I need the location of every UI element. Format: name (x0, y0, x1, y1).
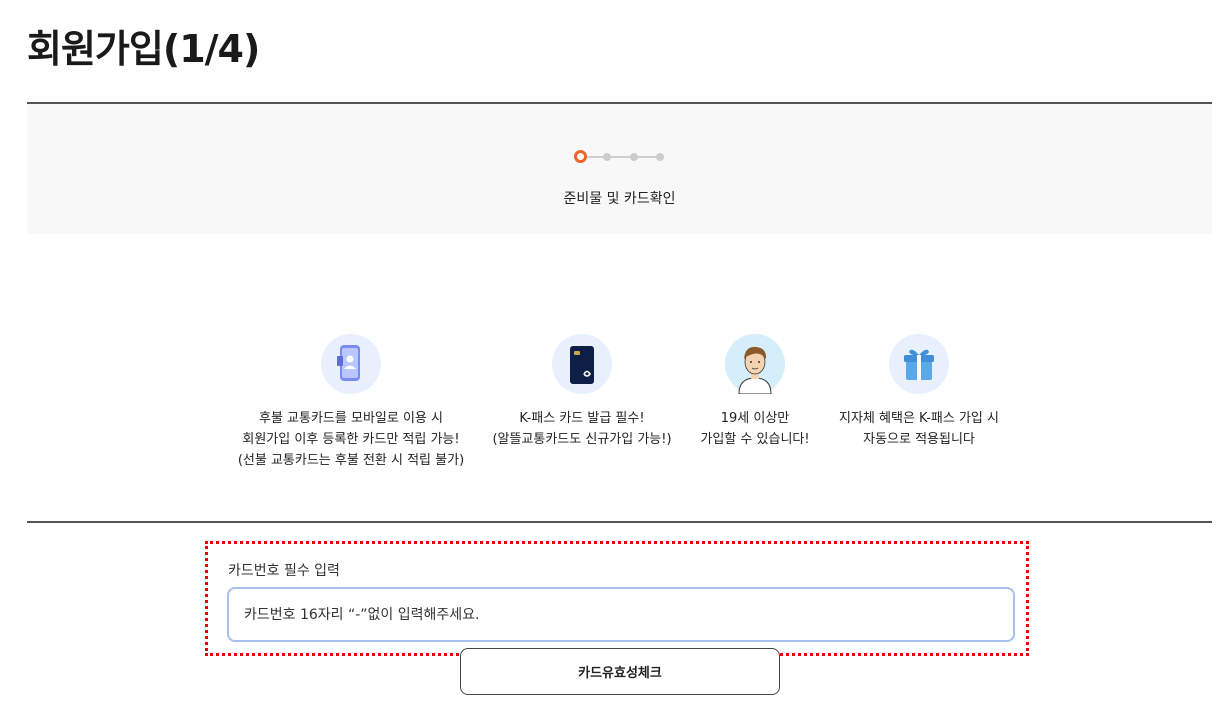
card-number-input[interactable] (227, 587, 1015, 642)
feature-local-benefits: 지자체 혜택은 K-패스 가입 시 자동으로 적용됩니다 (789, 334, 1049, 450)
gift-icon (889, 334, 949, 394)
step-dot-1-active (574, 150, 587, 163)
feature-4-line-1: 지자체 혜택은 K-패스 가입 시 (839, 411, 999, 426)
current-step-label: 준비물 및 카드확인 (563, 191, 676, 207)
k-pass-card-icon (552, 334, 612, 394)
feature-4-line-2: 자동으로 적용됩니다 (863, 432, 975, 447)
card-number-label: 카드번호 필수 입력 (228, 563, 340, 579)
feature-1-line-3: (선불 교통카드는 후불 전환 시 적립 불가) (237, 453, 465, 468)
page-title: 회원가입(1/4) (27, 27, 260, 71)
card-number-section: 카드번호 필수 입력 (205, 541, 1029, 656)
step-dot-4 (656, 153, 664, 161)
phone-card-icon (321, 334, 381, 394)
stepper (574, 150, 668, 164)
feature-1-line-1: 후불 교통카드를 모바일로 이용 시 (259, 411, 443, 426)
card-validity-check-button[interactable]: 카드유효성체크 (460, 648, 780, 695)
feature-1-line-2: 회원가입 이후 등록한 카드만 적립 가능! (242, 432, 460, 447)
stepper-track (580, 156, 660, 158)
section-divider (27, 521, 1212, 523)
step-dot-2 (603, 153, 611, 161)
step-indicator-panel: 준비물 및 카드확인 (27, 104, 1212, 234)
person-avatar-icon (725, 334, 785, 395)
feature-mobile-card: 후불 교통카드를 모바일로 이용 시 회원가입 이후 등록한 카드만 적립 가능… (221, 334, 481, 471)
step-dot-3 (630, 153, 638, 161)
